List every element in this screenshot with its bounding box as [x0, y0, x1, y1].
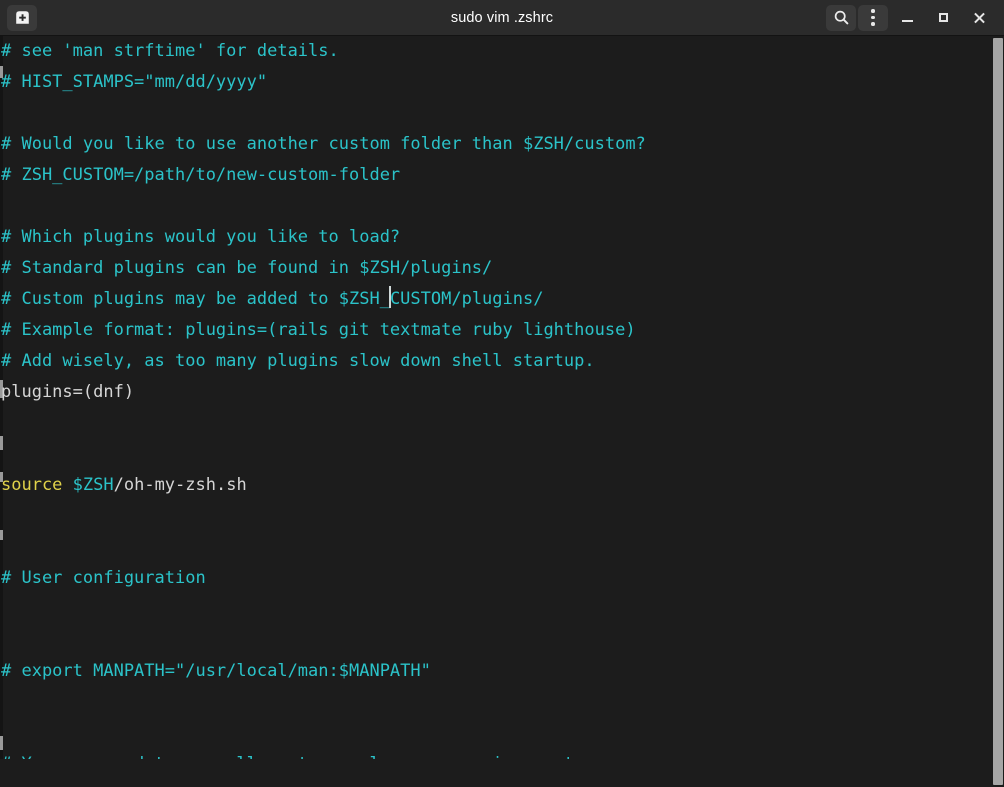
line-segment: # Example format: plugins=(rails git tex…: [1, 320, 636, 340]
close-button[interactable]: [962, 3, 996, 33]
editor-line: # HIST_STAMPS="mm/dd/yyyy": [1, 67, 646, 98]
search-icon[interactable]: [826, 4, 856, 31]
line-segment: # HIST_STAMPS="mm/dd/yyyy": [1, 72, 268, 92]
line-segment: source: [1, 475, 63, 495]
editor-line: plugins=(dnf): [1, 377, 646, 408]
line-segment: # Would you like to use another custom f…: [1, 134, 646, 154]
vim-text-buffer[interactable]: # see 'man strftime' for details. # HIST_…: [0, 36, 646, 787]
editor-line: # export MANPATH="/usr/local/man:$MANPAT…: [1, 656, 646, 687]
line-segment: # Standard plugins can be found in $ZSH/…: [1, 258, 493, 278]
line-segment: # export MANPATH="/usr/local/man:$MANPAT…: [1, 661, 431, 681]
line-segment: # Which plugins would you like to load?: [1, 227, 401, 247]
editor-line: # Standard plugins can be found in $ZSH/…: [1, 253, 646, 284]
terminal-viewport[interactable]: # see 'man strftime' for details. # HIST_…: [0, 36, 1004, 787]
titlebar: sudo vim .zshrc: [0, 0, 1004, 36]
editor-line: # Add wisely, as too many plugins slow d…: [1, 346, 646, 377]
line-segment: [62, 475, 72, 495]
editor-line: # User configuration: [1, 563, 646, 594]
editor-line: # Example format: plugins=(rails git tex…: [1, 315, 646, 346]
line-segment: $ZSH: [72, 475, 114, 495]
terminal-window: sudo vim .zshrc # see 'man strftime' for…: [0, 0, 1004, 787]
editor-line: # Would you like to use another custom f…: [1, 129, 646, 160]
kebab-menu-icon[interactable]: [858, 4, 888, 31]
line-segment: # see 'man strftime' for details.: [1, 41, 339, 61]
editor-line: # Which plugins would you like to load?: [1, 222, 646, 253]
line-segment: # ZSH_CUSTOM=/path/to/new-custom-folder: [1, 165, 401, 185]
kebab-dots: [871, 9, 875, 26]
minimize-icon: [901, 20, 913, 22]
vertical-scrollbar[interactable]: [993, 38, 1003, 785]
titlebar-right-actions: [826, 3, 1004, 33]
maximize-icon: [938, 13, 948, 22]
line-segment: # Custom plugins may be added to $ZSH_: [1, 289, 390, 309]
minimize-button[interactable]: [890, 3, 924, 33]
maximize-button[interactable]: [926, 3, 960, 33]
titlebar-left-actions: [0, 4, 37, 31]
editor-line: source $ZSH/oh-my-zsh.sh: [1, 470, 646, 501]
line-segment: CUSTOM/plugins/: [389, 289, 544, 309]
line-segment: plugins=(dnf): [1, 382, 135, 402]
vim-status-line: ".zshrc" 101L, 3862B 70,39 78%: [0, 759, 1004, 787]
terminal-add-icon[interactable]: [7, 4, 37, 31]
editor-line: # ZSH_CUSTOM=/path/to/new-custom-folder: [1, 160, 646, 191]
editor-line: # Custom plugins may be added to $ZSH_CU…: [1, 284, 646, 315]
close-icon: [973, 12, 985, 24]
line-segment: # User configuration: [1, 568, 206, 588]
editor-line: # see 'man strftime' for details.: [1, 36, 646, 67]
line-segment: /oh-my-zsh.sh: [113, 475, 247, 495]
line-segment: # Add wisely, as too many plugins slow d…: [1, 351, 595, 371]
